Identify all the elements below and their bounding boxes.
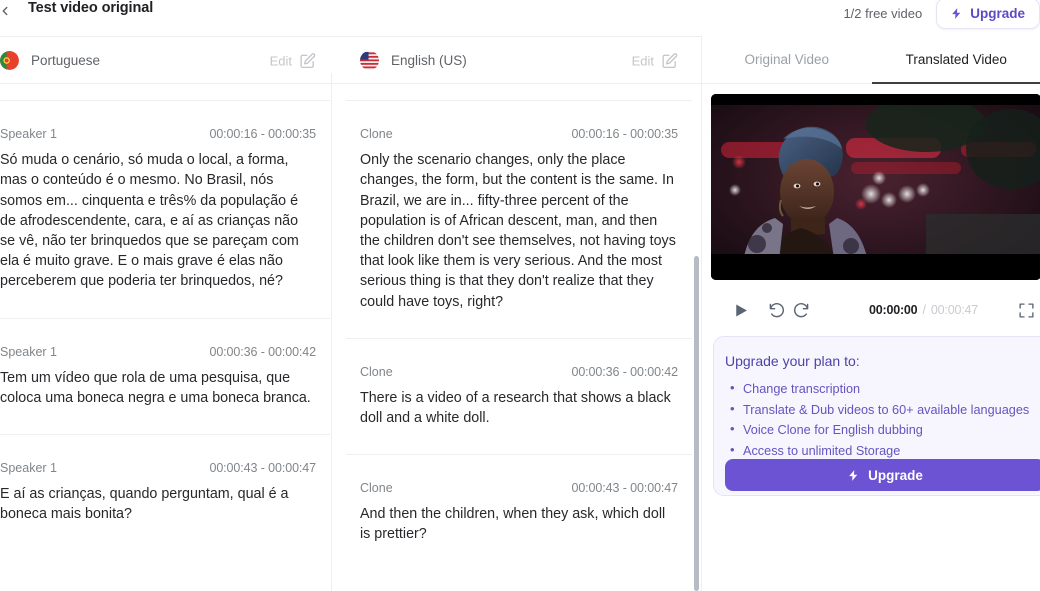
video-letterbox-top: [711, 94, 1040, 105]
top-bar: Test video original 1/2 free video Upgra…: [0, 0, 1040, 36]
segment-speaker: Speaker 1: [0, 344, 57, 359]
segment-speaker: Clone: [360, 481, 393, 496]
upgrade-benefit-item: Voice Clone for English dubbing: [729, 419, 1040, 441]
segment-timecode: 00:00:36 - 00:00:42: [571, 364, 678, 379]
current-time: 00:00:00: [869, 303, 918, 317]
source-transcript-pane[interactable]: Speaker 100:00:00 - 00:00:15outras mulhe…: [0, 84, 330, 591]
portugal-flag-icon: [0, 51, 19, 70]
rewind-10-icon[interactable]: [768, 301, 786, 319]
chevron-left-icon: [2, 6, 8, 16]
segment-meta: Clone 00:00:43 - 00:00:47: [360, 455, 678, 504]
segment-text[interactable]: There is a video of a research that show…: [360, 388, 678, 454]
source-language-label: Portuguese: [31, 53, 101, 68]
segment-timecode: 00:00:16 - 00:00:35: [209, 127, 316, 142]
header-upgrade-button[interactable]: Upgrade: [936, 0, 1040, 29]
usa-flag-icon: [360, 51, 379, 70]
source-language-header: Portuguese Edit: [0, 37, 330, 84]
segment-meta: Speaker 1 00:00:43 - 00:00:47: [0, 435, 316, 484]
preview-panel: Original Video Translated Video 00:00:00…: [701, 36, 1040, 591]
back-button[interactable]: [0, 0, 16, 22]
segment-speaker: Speaker 1: [0, 461, 57, 476]
video-preview[interactable]: [711, 94, 1040, 280]
segment-meta: Speaker 1 00:00:36 - 00:00:42: [0, 319, 316, 368]
player-controls: 00:00:00 / 00:00:47: [711, 288, 1040, 332]
transcript-segment[interactable]: Clone 00:00:43 - 00:00:47 And then the chi…: [346, 455, 692, 570]
upgrade-benefit-item: Access to unlimited Storage: [729, 440, 1040, 462]
transcript-area: Speaker 100:00:00 - 00:00:15outras mulhe…: [0, 84, 700, 591]
time-display: 00:00:00 / 00:00:47: [869, 303, 978, 317]
segment-timecode: 00:00:36 - 00:00:42: [209, 344, 316, 359]
upgrade-benefit-item: Translate & Dub videos to 60+ available …: [729, 399, 1040, 421]
upgrade-card-button-label: Upgrade: [868, 467, 923, 483]
column-divider: [331, 84, 332, 591]
lightning-bolt-icon: [849, 469, 858, 481]
segment-text[interactable]: Tem um vídeo que rola de uma pesquisa, q…: [0, 368, 316, 434]
source-edit-button[interactable]: Edit: [270, 52, 316, 69]
time-separator: /: [922, 303, 926, 317]
upgrade-benefit-list: Change transcriptionTranslate & Dub vide…: [729, 378, 1040, 462]
video-frame: [711, 94, 1040, 280]
play-icon[interactable]: [732, 302, 749, 319]
transcript-segment[interactable]: Clone 00:00:36 - 00:00:42 There is a video…: [346, 339, 692, 454]
segment-text[interactable]: women, it's the same story.: [360, 84, 678, 100]
page-title: Test video original: [28, 0, 154, 16]
segment-text[interactable]: Only the scenario changes, only the plac…: [360, 150, 678, 338]
target-transcript-pane[interactable]: Clone00:00:00 - 00:00:15women, it's the …: [346, 84, 692, 591]
target-edit-label: Edit: [631, 53, 654, 68]
segment-text[interactable]: Só muda o cenário, só muda o local, a fo…: [0, 150, 316, 317]
upgrade-benefit-item: Change transcription: [729, 378, 1040, 400]
segment-timecode: 00:00:43 - 00:00:47: [209, 461, 316, 476]
upgrade-card-button[interactable]: Upgrade: [725, 459, 1040, 491]
upgrade-card-title: Upgrade your plan to:: [725, 353, 860, 369]
forward-10-icon[interactable]: [792, 301, 810, 319]
total-time: 00:00:47: [930, 303, 978, 317]
transcript-scrollbar-thumb[interactable]: [694, 256, 699, 591]
transcript-segment[interactable]: Clone00:00:00 - 00:00:15women, it's the …: [346, 84, 692, 100]
video-translation-workspace: Test video original 1/2 free video Upgra…: [0, 0, 1040, 591]
segment-meta: Clone 00:00:16 - 00:00:35: [360, 101, 678, 150]
transcript-segment[interactable]: Speaker 1 00:00:43 - 00:00:47 E aí as cria…: [0, 435, 330, 550]
segment-text[interactable]: E aí as crianças, quando perguntam, qual…: [0, 484, 316, 550]
segment-meta: Speaker 1 00:00:16 - 00:00:35: [0, 101, 316, 150]
segment-text[interactable]: And then the children, when they ask, wh…: [360, 504, 678, 570]
segment-speaker: Clone: [360, 364, 393, 379]
tab-translated-video[interactable]: Translated Video: [871, 36, 1040, 84]
free-video-counter: 1/2 free video: [843, 6, 923, 21]
segment-timecode: 00:00:43 - 00:00:47: [571, 481, 678, 496]
transcript-segment[interactable]: Speaker 1 00:00:36 - 00:00:42 Tem um vídeo…: [0, 319, 330, 434]
top-bar-right: 1/2 free video Upgrade: [843, 0, 1040, 29]
video-still-image: [711, 94, 1040, 280]
transcript-segment[interactable]: Speaker 100:00:00 - 00:00:15outras mulhe…: [0, 84, 330, 100]
portugal-flag-glyph: [0, 51, 19, 70]
segment-meta: Clone 00:00:36 - 00:00:42: [360, 339, 678, 388]
target-language-label: English (US): [391, 53, 467, 68]
target-edit-button[interactable]: Edit: [632, 52, 678, 69]
upgrade-card: Upgrade your plan to: Change transcripti…: [713, 336, 1040, 496]
fullscreen-icon[interactable]: [1018, 302, 1035, 319]
tab-original-video[interactable]: Original Video: [702, 36, 872, 83]
transcript-segment[interactable]: Speaker 1 00:00:16 - 00:00:35 Só muda o ce…: [0, 101, 330, 317]
lightning-bolt-icon: [952, 8, 961, 19]
segment-speaker: Clone: [360, 127, 393, 142]
target-language-header: English (US) Edit: [346, 37, 692, 84]
source-edit-label: Edit: [269, 53, 292, 68]
transcript-segment[interactable]: Clone 00:00:16 - 00:00:35 Only the scenari…: [346, 101, 692, 338]
video-letterbox-bottom: [711, 254, 1040, 280]
usa-flag-glyph: [360, 51, 379, 70]
pencil-square-icon: [662, 52, 678, 68]
transcript-scrollbar[interactable]: [694, 84, 699, 591]
segment-text[interactable]: outras mulheres pretas, é a mesma histór…: [0, 84, 316, 100]
pencil-square-icon: [300, 52, 316, 68]
preview-tabs: Original Video Translated Video: [702, 36, 1040, 84]
header-upgrade-label: Upgrade: [970, 6, 1025, 21]
segment-speaker: Speaker 1: [0, 127, 57, 142]
segment-timecode: 00:00:16 - 00:00:35: [571, 127, 678, 142]
